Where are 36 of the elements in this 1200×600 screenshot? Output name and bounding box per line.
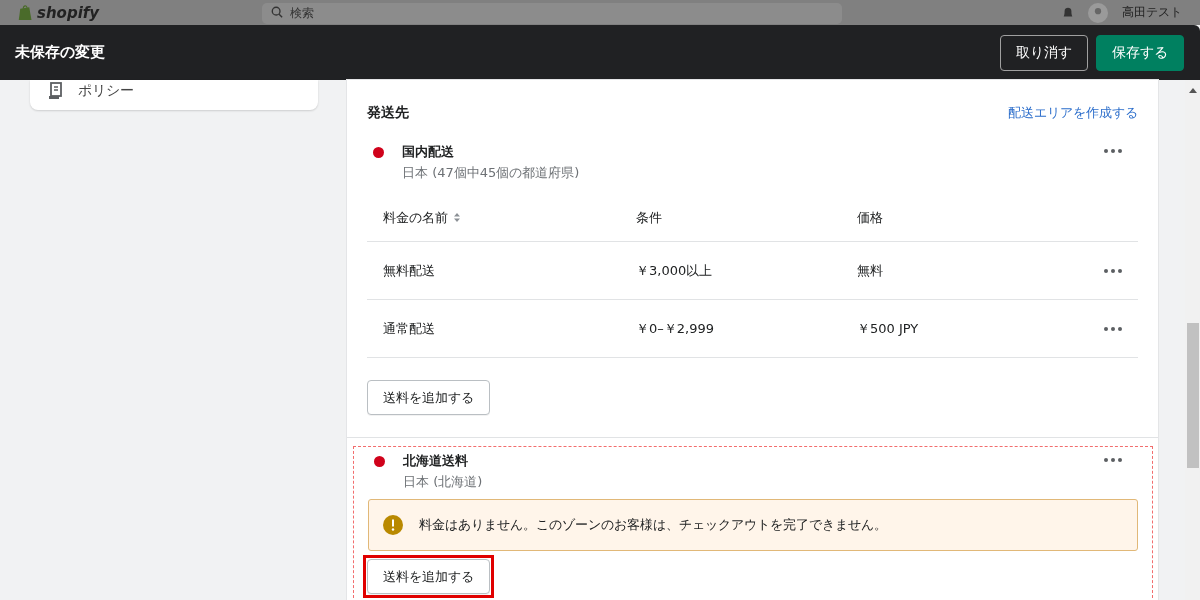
search-icon xyxy=(271,6,283,18)
scrollbar-thumb[interactable] xyxy=(1186,323,1199,468)
save-bar-button[interactable]: 保存する xyxy=(1096,34,1184,71)
more-icon[interactable] xyxy=(1104,149,1122,153)
warning-icon xyxy=(383,515,403,535)
add-rate-button[interactable]: 送料を追加する xyxy=(367,559,490,594)
section-title: 発送先 xyxy=(367,104,409,122)
zone-region: 日本 (47個中45個の都道府県) xyxy=(402,164,580,182)
column-header[interactable]: 価格 xyxy=(857,208,883,227)
table-cell: ￥3,000以上 xyxy=(636,261,713,280)
column-header[interactable]: 条件 xyxy=(636,208,662,227)
scroll-up-icon[interactable] xyxy=(1188,88,1197,93)
table-cell: 無料配送 xyxy=(383,261,435,280)
table-cell: ￥500 JPY xyxy=(857,319,919,338)
save-bar-button[interactable]: 取り消す xyxy=(1000,34,1088,71)
zone-name: 北海道送料 xyxy=(403,453,469,470)
logo-text: shopify xyxy=(37,3,100,22)
more-icon[interactable] xyxy=(1104,268,1122,273)
add-rate-button[interactable]: 送料を追加する xyxy=(367,380,490,415)
save-bar-title: 未保存の変更 xyxy=(15,43,105,62)
table-cell: ￥0–￥2,999 xyxy=(636,319,714,338)
search-field[interactable]: 検索 xyxy=(262,2,842,24)
table-cell: 無料 xyxy=(857,261,883,280)
zone-name: 国内配送 xyxy=(402,144,455,161)
shopping-bag-icon xyxy=(18,4,33,21)
document-icon xyxy=(48,82,64,100)
table-cell: 通常配送 xyxy=(383,319,435,338)
zone-region: 日本 (北海道) xyxy=(403,473,483,491)
sort-icon[interactable] xyxy=(454,213,460,222)
sidebar-item[interactable]: ポリシー xyxy=(78,82,134,100)
more-icon[interactable] xyxy=(1104,326,1122,331)
column-header[interactable]: 料金の名前 xyxy=(383,208,448,227)
user-name[interactable]: 高田テスト xyxy=(1122,4,1182,21)
more-icon[interactable] xyxy=(1104,458,1122,462)
warning-text: 料金はありません。このゾーンのお客様は、チェックアウトを完了できません。 xyxy=(419,516,887,534)
create-zone-link[interactable]: 配送エリアを作成する xyxy=(1008,104,1138,122)
